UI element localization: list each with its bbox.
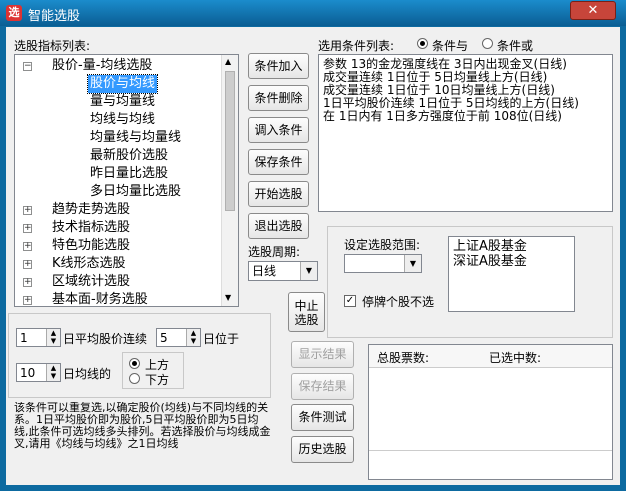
tree-item-label: 量与均量线	[90, 94, 156, 109]
continuous-input[interactable]: 5 ▲ ▼	[156, 328, 201, 347]
tree-item-label: 技术指标选股	[52, 220, 131, 235]
tree-item-label: 股价与均线	[86, 74, 159, 94]
days-value: 1	[20, 331, 28, 345]
days-input[interactable]: 1 ▲ ▼	[16, 328, 61, 347]
history-selection-button[interactable]: 历史选股	[291, 436, 354, 463]
condition-item[interactable]: 在 1日内有 1日多方强度位于前 108位(日线)	[323, 110, 608, 123]
tree-item-label: 多日均量比选股	[90, 184, 182, 199]
indicator-tree[interactable]: − 股价-量-均线选股 股价与均线 量与均量线均线与均线均量线与均量线 最新股价选股 昨日…	[14, 54, 239, 307]
tree-item-label: K线形态选股	[52, 256, 126, 271]
condition-list-label: 选用条件列表:	[318, 39, 395, 53]
stats-panel: 总股票数: 已选中数:	[368, 344, 613, 480]
avg-price-label: 日平均股价连续	[63, 332, 148, 346]
radio-or-label: 条件或	[497, 39, 534, 53]
radio-condition-or[interactable]	[482, 38, 493, 49]
range-label: 设定选股范围:	[344, 238, 421, 252]
scroll-down-icon[interactable]: ▼	[225, 293, 231, 302]
collapse-icon[interactable]: −	[23, 62, 32, 71]
indicator-list-label: 选股指标列表:	[14, 39, 91, 53]
tree-item-label: 均量线与均量线	[90, 130, 182, 145]
period-value: 日线	[252, 264, 277, 278]
radio-below[interactable]	[129, 373, 140, 384]
stock-app-icon: 选	[6, 5, 22, 21]
radio-condition-and[interactable]	[417, 38, 428, 49]
continuous-value: 5	[160, 331, 168, 345]
tree-item-label: 昨日量比选股	[90, 166, 169, 181]
selected-count-label: 已选中数:	[489, 351, 542, 365]
tree-item-label: 最新股价选股	[90, 148, 169, 163]
dialog-body: 选股指标列表: − 股价-量-均线选股 股价与均线 量与均量线均线与均线均量线与均量线…	[6, 27, 620, 485]
delete-condition-button[interactable]: 条件删除	[248, 85, 309, 111]
title-bar: 选 智能选股 ✕	[0, 0, 626, 26]
tree-item-label: 均线与均线	[90, 112, 156, 127]
expand-icon[interactable]: +	[23, 224, 32, 233]
tree-item-label: 趋势走势选股	[52, 202, 131, 217]
stats-divider	[369, 450, 612, 451]
tree-item-label: 特色功能选股	[52, 238, 131, 253]
total-stocks-label: 总股票数:	[377, 351, 430, 365]
condition-test-button[interactable]: 条件测试	[291, 404, 354, 431]
ma-days-spinner[interactable]: ▲ ▼	[46, 364, 60, 381]
range-dropdown[interactable]: ▼	[344, 254, 422, 273]
start-selection-button[interactable]: 开始选股	[248, 181, 309, 207]
add-condition-button[interactable]: 条件加入	[248, 53, 309, 79]
save-condition-button[interactable]: 保存条件	[248, 149, 309, 175]
market-item[interactable]: 上证A股基金	[453, 239, 570, 254]
radio-above[interactable]	[129, 358, 140, 369]
market-list[interactable]: 上证A股基金 深证A股基金	[448, 236, 575, 312]
tree-item-label: 基本面-财务选股	[52, 292, 148, 307]
exit-selection-button[interactable]: 退出选股	[248, 213, 309, 239]
scroll-thumb[interactable]	[225, 71, 235, 211]
show-results-button[interactable]: 显示结果	[291, 341, 354, 368]
chevron-down-icon[interactable]: ▼	[404, 255, 421, 272]
period-label: 选股周期:	[248, 245, 301, 259]
expand-icon[interactable]: +	[23, 260, 32, 269]
chevron-down-icon[interactable]: ▼	[300, 262, 317, 280]
ma-days-input[interactable]: 10 ▲ ▼	[16, 363, 61, 382]
market-item[interactable]: 深证A股基金	[453, 254, 570, 269]
condition-description: 该条件可以重复选,以确定股价(均线)与不同均线的关系。1日平均股价即为股价,5日…	[14, 402, 271, 450]
suspend-checkbox[interactable]: ✓	[344, 295, 356, 307]
expand-icon[interactable]: +	[23, 206, 32, 215]
load-condition-button[interactable]: 调入条件	[248, 117, 309, 143]
ma-days-value: 10	[20, 366, 36, 380]
suspend-label: 停牌个股不选	[362, 295, 435, 309]
tree-item-label: 区域统计选股	[52, 274, 131, 289]
stop-line-1: 中止	[294, 299, 319, 313]
radio-and-label: 条件与	[432, 39, 469, 53]
close-button[interactable]: ✕	[570, 1, 616, 20]
tree-scrollbar[interactable]: ▲ ▼	[221, 55, 238, 306]
tree-item-label: 股价-量-均线选股	[52, 58, 153, 73]
days-spinner[interactable]: ▲ ▼	[46, 329, 60, 346]
ma-label: 日均线的	[63, 367, 112, 381]
expand-icon[interactable]: +	[23, 278, 32, 287]
stop-selection-button[interactable]: 中止 选股	[288, 292, 325, 332]
scroll-up-icon[interactable]: ▲	[225, 57, 231, 66]
main-window: 选 智能选股 ✕ 选股指标列表: − 股价-量-均线选股 股价与均线 量与均量线均线与…	[0, 0, 626, 491]
condition-list[interactable]: 参数 13的金龙强度线在 3日内出现金叉(日线) 成交量连续 1日位于 5日均量线…	[318, 54, 613, 212]
below-label: 下方	[145, 373, 170, 387]
period-select[interactable]: 日线 ▼	[248, 261, 318, 281]
window-title: 智能选股	[28, 9, 81, 24]
continuous-spinner[interactable]: ▲ ▼	[186, 329, 200, 346]
expand-icon[interactable]: +	[23, 242, 32, 251]
save-results-button[interactable]: 保存结果	[291, 373, 354, 400]
expand-icon[interactable]: +	[23, 296, 32, 305]
position-label: 日位于	[203, 332, 240, 346]
stop-line-2: 选股	[294, 313, 319, 327]
